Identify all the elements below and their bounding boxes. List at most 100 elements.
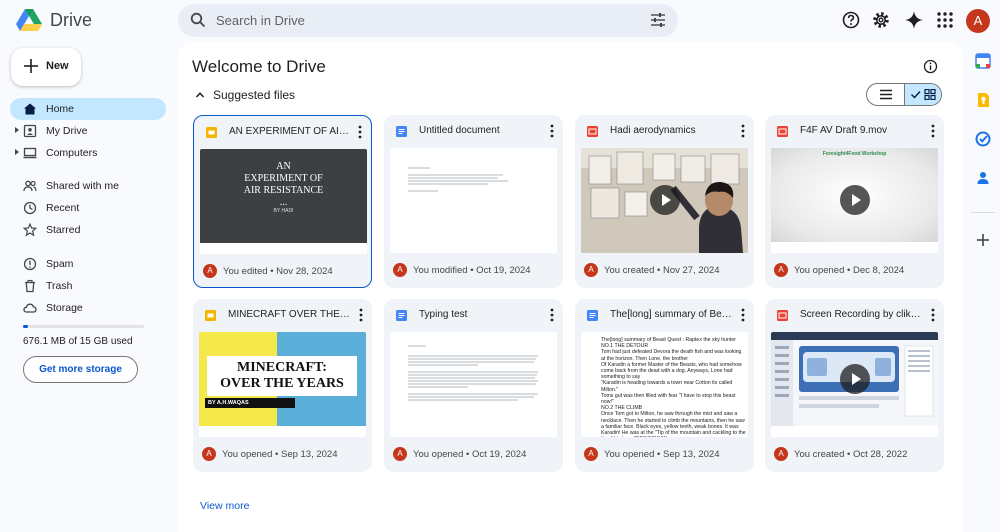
expand-caret-icon[interactable] xyxy=(15,127,19,133)
file-card[interactable]: Screen Recording by clik d... A You crea… xyxy=(765,299,944,472)
expand-caret-icon[interactable] xyxy=(15,149,19,155)
file-activity: You opened • Sep 13, 2024 xyxy=(222,449,338,460)
owner-avatar: A xyxy=(202,447,216,461)
more-options-icon[interactable] xyxy=(550,308,554,322)
drive-logo-icon[interactable] xyxy=(16,8,42,32)
list-view-button[interactable] xyxy=(867,84,904,105)
gemini-sparkle-icon[interactable] xyxy=(904,10,924,30)
slide-byline: BY HADI xyxy=(273,208,294,214)
info-icon[interactable] xyxy=(923,59,938,74)
search-icon[interactable] xyxy=(190,12,206,28)
sidebar-item-label: Recent xyxy=(46,202,80,214)
slide-title-line: EXPERIMENT OF xyxy=(244,173,323,184)
sidebar-item-computers[interactable]: Computers xyxy=(10,142,166,164)
file-title: Typing test xyxy=(419,309,468,320)
more-options-icon[interactable] xyxy=(550,124,554,138)
file-card[interactable]: The[long] summary of Bea... The[long] su… xyxy=(575,299,754,472)
play-button-icon[interactable] xyxy=(840,364,870,394)
top-bar: Drive A xyxy=(0,0,1000,42)
file-card[interactable]: MINECRAFT OVER THE YE... MINECRAFT: OVER… xyxy=(193,299,372,472)
file-card[interactable]: AN EXPERIMENT OF AIR R... AN EXPERIMENT … xyxy=(193,115,372,288)
calendar-icon[interactable] xyxy=(975,53,991,69)
file-title: MINECRAFT OVER THE YE... xyxy=(228,309,350,320)
sidebar-item-starred[interactable]: Starred xyxy=(10,219,166,241)
get-more-storage-button[interactable]: Get more storage xyxy=(23,356,138,383)
new-button[interactable]: New xyxy=(11,48,81,86)
sidebar-item-recent[interactable]: Recent xyxy=(10,197,166,219)
slide-byline: BY A.H.WAQAS xyxy=(205,398,295,408)
computers-icon xyxy=(23,147,37,159)
slide-preview: MINECRAFT: OVER THE YEARS BY A.H.WAQAS xyxy=(199,332,366,426)
owner-avatar: A xyxy=(393,263,407,277)
file-thumbnail xyxy=(390,148,557,253)
sidebar-item-shared[interactable]: Shared with me xyxy=(10,175,166,197)
apps-grid-icon[interactable] xyxy=(935,10,955,30)
video-file-icon xyxy=(777,126,788,137)
file-title: Hadi aerodynamics xyxy=(610,125,696,136)
sidebar-item-storage[interactable]: Storage xyxy=(10,297,166,319)
contacts-icon[interactable] xyxy=(975,170,991,186)
file-activity: You opened • Dec 8, 2024 xyxy=(794,265,905,276)
file-card[interactable]: Hadi aerodynamics A You created • Nov 27… xyxy=(575,115,754,288)
file-card[interactable]: Untitled document A You modified • Oct 1… xyxy=(384,115,563,288)
file-title: Untitled document xyxy=(419,125,500,136)
more-options-icon[interactable] xyxy=(741,124,745,138)
document-preview xyxy=(390,332,557,426)
slides-file-icon xyxy=(206,127,217,138)
add-addon-plus-icon[interactable] xyxy=(975,232,991,248)
view-toggle xyxy=(866,83,942,106)
tasks-icon[interactable] xyxy=(975,131,991,147)
view-more-link[interactable]: View more xyxy=(200,500,249,512)
more-options-icon[interactable] xyxy=(359,308,363,322)
suggested-files-heading[interactable]: Suggested files xyxy=(213,88,295,102)
file-title: F4F AV Draft 9.mov xyxy=(800,125,888,136)
document-excerpt: The[long] summary of Beast Quest : Rapte… xyxy=(601,337,746,437)
sidebar-item-home[interactable]: Home xyxy=(10,98,166,120)
check-grid-icon xyxy=(911,89,936,100)
more-options-icon[interactable] xyxy=(931,124,935,138)
docs-file-icon xyxy=(587,310,598,321)
more-options-icon[interactable] xyxy=(741,308,745,322)
sidebar-item-my-drive[interactable]: My Drive xyxy=(10,120,166,142)
slide-title-line: OVER THE YEARS xyxy=(220,376,344,391)
account-avatar[interactable]: A xyxy=(966,9,990,33)
collapse-chevron-icon[interactable] xyxy=(195,90,205,100)
file-card[interactable]: Typing test A You opened • Oct 19, 2024 xyxy=(384,299,563,472)
help-icon[interactable] xyxy=(841,10,861,30)
recent-icon xyxy=(23,201,37,215)
file-title: AN EXPERIMENT OF AIR R... xyxy=(229,126,351,137)
owner-avatar: A xyxy=(584,447,598,461)
file-activity: You created • Nov 27, 2024 xyxy=(604,265,720,276)
new-button-label: New xyxy=(46,60,69,72)
file-thumbnail xyxy=(390,332,557,437)
search-bar[interactable] xyxy=(178,4,678,37)
play-button-icon[interactable] xyxy=(840,185,870,215)
slide-title-line: AIR RESISTANCE xyxy=(243,185,324,196)
storage-usage-bar xyxy=(23,325,144,328)
search-options-icon[interactable] xyxy=(650,12,666,28)
more-options-icon[interactable] xyxy=(358,125,362,139)
page-title: Welcome to Drive xyxy=(192,57,326,76)
file-thumbnail: AN EXPERIMENT OF AIR RESISTANCE ... BY H… xyxy=(200,149,367,254)
search-input[interactable] xyxy=(216,4,616,37)
video-file-icon xyxy=(587,126,598,137)
docs-file-icon xyxy=(396,310,407,321)
sidebar-item-spam[interactable]: Spam xyxy=(10,253,166,275)
owner-avatar: A xyxy=(393,447,407,461)
video-file-icon xyxy=(777,310,788,321)
play-button-icon[interactable] xyxy=(650,185,680,215)
slide-title-line: MINECRAFT: xyxy=(237,360,327,375)
star-icon xyxy=(23,223,37,237)
app-name[interactable]: Drive xyxy=(50,10,92,31)
sidebar-item-trash[interactable]: Trash xyxy=(10,275,166,297)
file-card[interactable]: F4F AV Draft 9.mov Foresight4Food Worksh… xyxy=(765,115,944,288)
slide-preview: AN EXPERIMENT OF AIR RESISTANCE ... BY H… xyxy=(200,149,367,243)
owner-avatar: A xyxy=(584,263,598,277)
my-drive-icon xyxy=(23,124,37,138)
more-options-icon[interactable] xyxy=(931,308,935,322)
keep-icon[interactable] xyxy=(975,92,991,108)
video-caption: Foresight4Food Workshop xyxy=(822,151,887,157)
grid-view-button[interactable] xyxy=(904,84,941,105)
settings-gear-icon[interactable] xyxy=(871,10,891,30)
rail-divider xyxy=(971,212,995,213)
